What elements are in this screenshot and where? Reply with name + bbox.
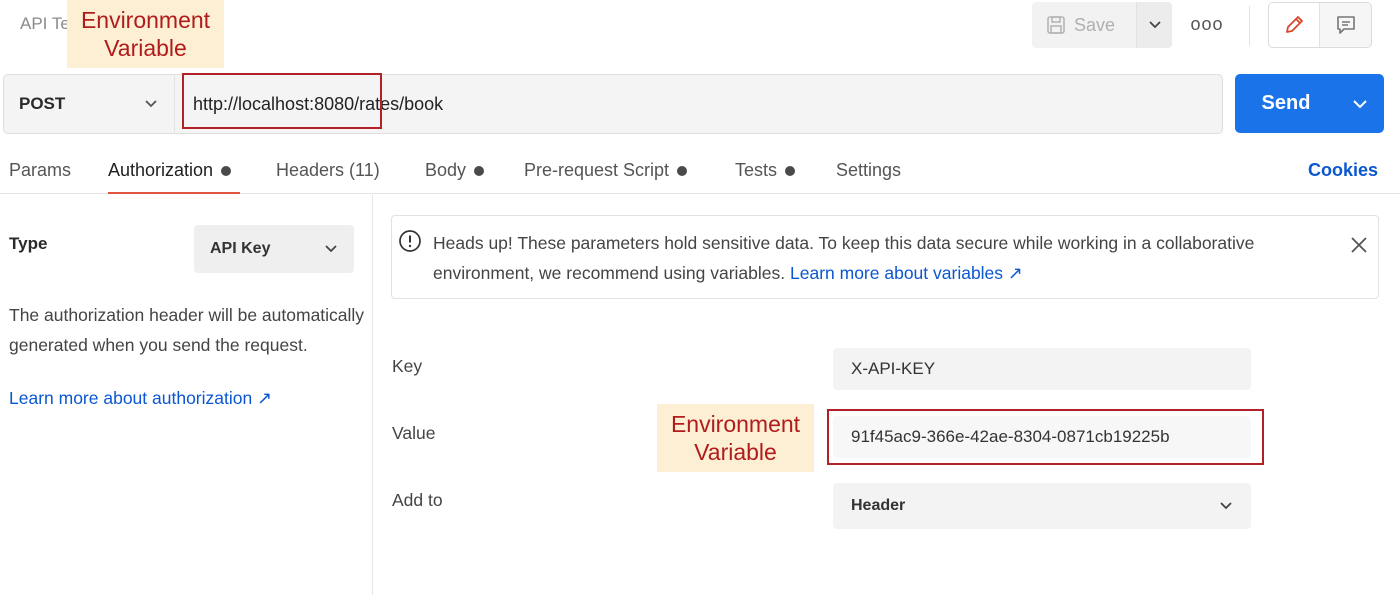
auth-type-label: Type	[9, 234, 48, 253]
tab-label: Headers (11)	[276, 160, 380, 180]
tab-pre-request-script[interactable]: Pre-request Script	[524, 160, 688, 181]
value-label: Value	[392, 423, 436, 443]
tab-settings[interactable]: Settings	[836, 160, 901, 181]
alert-message: Heads up! These parameters hold sensitiv…	[433, 228, 1343, 288]
comment-icon	[1335, 14, 1357, 36]
info-icon	[398, 229, 422, 253]
key-input[interactable]: X-API-KEY	[833, 348, 1251, 390]
save-label: Save	[1074, 14, 1116, 35]
more-actions-button[interactable]: ooo	[1190, 12, 1224, 36]
key-label: Key	[392, 356, 423, 376]
active-tab-indicator	[108, 192, 240, 194]
view-mode-toggle[interactable]	[1268, 2, 1372, 48]
tab-label: Pre-request Script	[524, 160, 670, 180]
send-button-group[interactable]: Send	[1235, 74, 1384, 133]
method-label: POST	[19, 94, 66, 113]
close-icon	[1348, 234, 1370, 256]
auth-type-select[interactable]: API Key	[194, 225, 354, 273]
chevron-down-icon	[1148, 20, 1162, 30]
close-alert-button[interactable]	[1348, 234, 1370, 256]
modified-dot-icon	[785, 165, 796, 176]
cookies-link[interactable]: Cookies	[1308, 160, 1378, 181]
add-to-label: Add to	[392, 490, 443, 510]
auth-type-value: API Key	[210, 240, 271, 257]
tab-body[interactable]: Body	[425, 160, 485, 181]
value-annotation-box	[827, 409, 1264, 465]
request-title[interactable]: API Te	[20, 14, 70, 34]
tab-label: Params	[9, 160, 72, 180]
modified-dot-icon	[221, 165, 232, 176]
pencil-icon	[1283, 14, 1305, 36]
tab-label: Settings	[836, 160, 902, 180]
save-button[interactable]: Save	[1032, 2, 1136, 48]
save-options-button[interactable]	[1136, 2, 1172, 48]
chevron-down-icon	[1352, 99, 1368, 109]
modified-dot-icon	[474, 165, 485, 176]
tab-label: Body	[425, 160, 467, 180]
send-options-button[interactable]	[1335, 74, 1384, 133]
chevron-down-icon	[144, 99, 158, 109]
comments-button[interactable]	[1320, 3, 1371, 47]
tab-label: Authorization	[108, 160, 214, 180]
chevron-down-icon	[1219, 501, 1233, 511]
learn-more-variables-link[interactable]: Learn more about variables ↗	[790, 263, 1023, 283]
more-icon: ooo	[1190, 13, 1224, 34]
send-button[interactable]: Send	[1235, 74, 1335, 133]
add-to-value: Header	[851, 497, 906, 514]
tab-authorization[interactable]: Authorization	[108, 160, 232, 181]
tab-params[interactable]: Params	[9, 160, 71, 181]
edit-mode-button[interactable]	[1269, 3, 1321, 47]
tab-tests[interactable]: Tests	[735, 160, 796, 181]
tab-label: Tests	[735, 160, 778, 180]
save-icon	[1046, 15, 1066, 35]
tab-headers[interactable]: Headers (11)	[276, 160, 380, 181]
auth-description: The authorization header will be automat…	[9, 305, 365, 355]
save-button-group[interactable]: Save	[1032, 2, 1172, 48]
chevron-down-icon	[324, 244, 338, 254]
modified-dot-icon	[677, 165, 688, 176]
panel-divider	[372, 195, 373, 595]
method-select[interactable]: POST	[3, 74, 175, 134]
annotation-callout-middle: Environment Variable	[657, 404, 814, 472]
add-to-select[interactable]: Header	[833, 483, 1251, 529]
toolbar-divider	[1249, 6, 1250, 46]
annotation-callout-top: Environment Variable	[67, 0, 224, 68]
url-annotation-box	[182, 73, 382, 129]
learn-more-authorization-link[interactable]: Learn more about authorization ↗	[9, 388, 272, 409]
